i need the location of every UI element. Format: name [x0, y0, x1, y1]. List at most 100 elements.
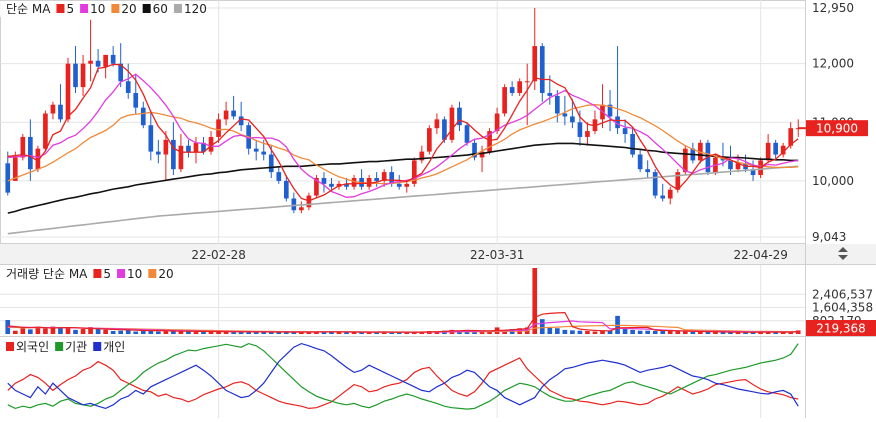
candle: [539, 43, 545, 102]
legend-swatch: [142, 4, 151, 13]
legend-label: 20: [158, 267, 173, 281]
legend-swatch: [93, 269, 102, 278]
candle-body: [321, 177, 327, 184]
volume-bar: [133, 331, 139, 334]
volume-bar: [201, 331, 206, 334]
candle: [487, 128, 492, 155]
candle-body: [509, 87, 515, 93]
volume-bar: [193, 332, 199, 334]
legend-swatch: [173, 4, 182, 13]
candle: [299, 201, 304, 214]
candle-body: [374, 177, 379, 181]
candle-body: [73, 63, 78, 88]
candle: [125, 63, 131, 99]
candle: [223, 101, 229, 126]
price-tick-label: 10,000: [812, 174, 854, 188]
volume-tick-label: 2,406,537: [812, 287, 873, 301]
candle: [155, 139, 161, 164]
volume-bar: [667, 331, 673, 334]
candle-body: [95, 60, 101, 67]
candle: [562, 95, 568, 126]
date-tick-label: 22-03-31: [470, 248, 524, 262]
candle-body: [728, 160, 733, 170]
investor-legend: 외국인 기관 개인: [0, 339, 125, 355]
candle-body: [223, 110, 229, 120]
candle-body: [5, 163, 11, 193]
volume-bar: [645, 330, 651, 334]
candle: [366, 175, 372, 190]
candle-body: [186, 145, 191, 152]
candle: [419, 145, 425, 164]
volume-moving-averages: [7, 311, 799, 333]
candle: [5, 151, 11, 196]
candle-body: [50, 104, 56, 114]
candle-body: [524, 81, 530, 83]
volume-ma-5-line: [7, 311, 799, 333]
volume-bar: [28, 329, 33, 334]
volume-current-badge: 219,368: [806, 320, 876, 336]
candle: [148, 110, 154, 161]
candle-body: [216, 119, 221, 137]
volume-bar: [65, 328, 71, 334]
candle: [502, 84, 507, 117]
volume-bar: [720, 332, 726, 334]
candle-body: [283, 180, 289, 199]
candle: [88, 19, 93, 82]
candle-body: [562, 113, 568, 117]
volume-bar: [577, 330, 583, 334]
candle: [509, 81, 515, 96]
candle-body: [554, 95, 560, 114]
legend-swatch: [117, 269, 126, 278]
candle: [178, 134, 184, 173]
candle-body: [630, 134, 635, 155]
candle: [359, 169, 364, 190]
volume-bar: [58, 327, 63, 334]
volume-bar: [652, 331, 658, 334]
volume-bar: [261, 332, 267, 334]
candle: [374, 172, 379, 187]
volume-bar: [539, 319, 545, 334]
volume-bar: [12, 330, 18, 334]
legend-label: 60: [153, 2, 168, 16]
candle-body: [28, 136, 33, 170]
price-tick-label: 9,043: [812, 230, 846, 244]
price-legend: 단순 MA 5 10 20 60 120: [0, 1, 207, 17]
volume-bar: [140, 330, 146, 334]
chart-canvas: 12,95012,00011,00010,0009,043 22-02-2822…: [0, 0, 876, 418]
volume-tick-label: 1,604,358: [812, 301, 873, 315]
legend-swatch: [55, 342, 64, 351]
candle: [186, 139, 191, 158]
volume-bar: [231, 332, 236, 334]
candle: [630, 128, 635, 158]
candle-body: [58, 104, 63, 120]
candle-body: [765, 142, 771, 161]
candle: [193, 136, 199, 164]
volume-bar: [682, 331, 688, 334]
volume-bar: [103, 329, 108, 334]
candle: [449, 104, 455, 143]
volume-bar: [637, 330, 643, 334]
volume-bar: [43, 328, 48, 334]
legend-prefix: 단순 MA: [6, 2, 51, 16]
candle: [622, 119, 628, 143]
candle-body: [253, 148, 259, 152]
candle-body: [80, 63, 86, 88]
candle-body: [231, 110, 236, 117]
candle: [517, 78, 523, 96]
candle: [80, 54, 86, 96]
candle-body: [276, 172, 282, 181]
legend-label: 120: [184, 2, 207, 16]
candle: [58, 84, 63, 123]
investor-line-0: [7, 357, 799, 410]
date-tick-label: 22-04-29: [733, 248, 787, 262]
investor-lines: [7, 342, 799, 410]
candle: [457, 101, 462, 132]
volume-bar: [336, 332, 342, 334]
candle-body: [427, 128, 432, 152]
volume-bar: [675, 331, 681, 334]
volume-bar: [660, 330, 666, 334]
legend-label: 10: [127, 267, 142, 281]
price-tick-label: 12,000: [812, 57, 854, 71]
candle: [140, 101, 146, 129]
candle: [253, 139, 259, 161]
